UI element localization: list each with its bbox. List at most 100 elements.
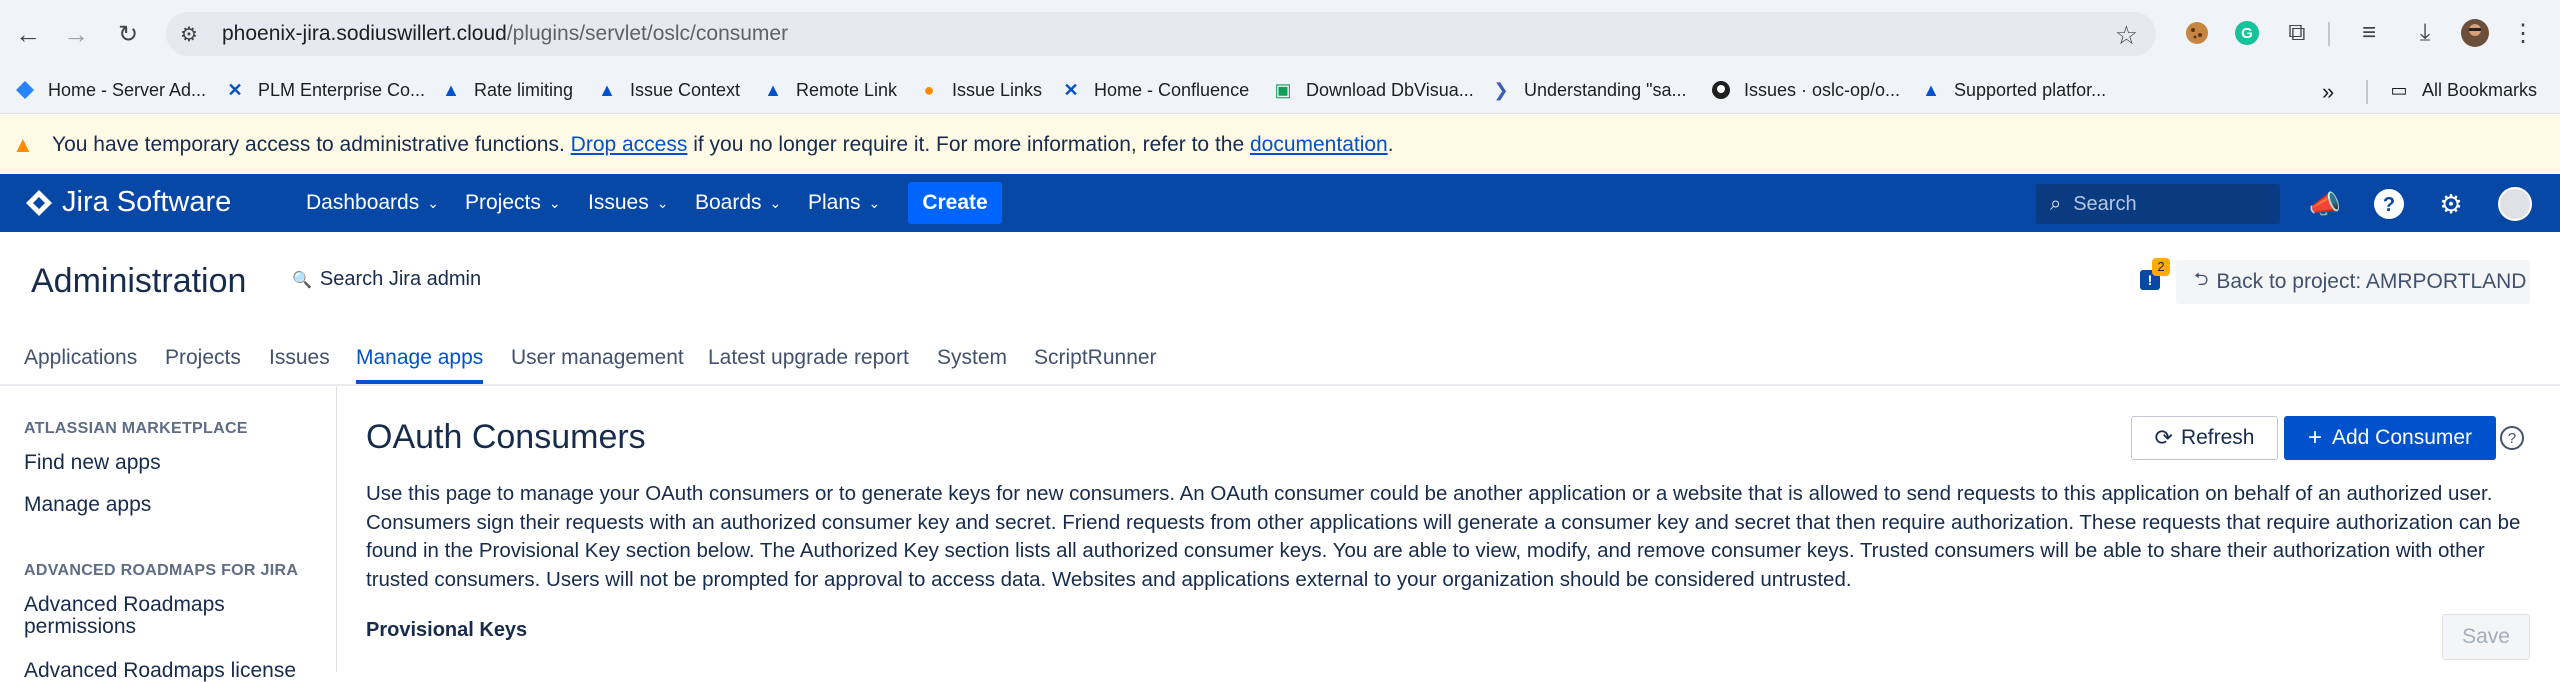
- back-to-project-button[interactable]: ⮌ Back to project: AMRPORTLAND: [2176, 260, 2530, 304]
- sidebar-item-label-line2: permissions: [24, 615, 137, 638]
- forward-arrow-icon[interactable]: →: [56, 14, 96, 54]
- back-arrow-icon[interactable]: ←: [8, 14, 48, 54]
- extensions-puzzle-icon[interactable]: ⧉: [2280, 16, 2314, 50]
- add-consumer-button[interactable]: + Add Consumer: [2284, 416, 2496, 460]
- bookmark-item[interactable]: ✕ Home - Confluence: [1060, 79, 1249, 101]
- github-icon: [1710, 79, 1732, 101]
- bookmark-item[interactable]: ● Issue Links: [918, 79, 1042, 101]
- help-icon[interactable]: ?: [2372, 187, 2406, 221]
- admin-tabs: Applications Projects Issues Manage apps…: [0, 340, 2560, 386]
- all-bookmarks[interactable]: ▭ All Bookmarks: [2388, 79, 2537, 101]
- tab-issues[interactable]: Issues: [269, 346, 330, 370]
- bookmark-item[interactable]: ▲ Issue Context: [596, 79, 740, 101]
- tab-user-management[interactable]: User management: [511, 346, 684, 370]
- provisional-keys-heading: Provisional Keys: [366, 619, 528, 641]
- banner-text-after: .: [1387, 132, 1394, 156]
- jira-logo[interactable]: Jira Software: [24, 186, 231, 219]
- bookmark-item[interactable]: ❯ Understanding "sa...: [1490, 79, 1686, 101]
- nav-label: Issues: [588, 191, 649, 214]
- bookmark-label: Issues · oslc-op/o...: [1744, 79, 1901, 100]
- banner-text-before: You have temporary access to administrat…: [52, 132, 571, 156]
- refresh-button[interactable]: ⟳ Refresh: [2131, 416, 2278, 460]
- sidebar-item-label-line1: Advanced Roadmaps: [24, 593, 225, 616]
- bookmark-label: Rate limiting: [474, 79, 574, 100]
- more-bookmarks-chevron-icon[interactable]: »: [2322, 79, 2334, 105]
- atlassian-icon: ▲: [1922, 79, 1940, 100]
- nav-dashboards[interactable]: Dashboards ⌄: [306, 174, 439, 232]
- bookmark-item[interactable]: ▲ Supported platfor...: [1920, 79, 2106, 101]
- url-host: phoenix-jira.sodiuswillert.cloud: [222, 22, 507, 45]
- url-path: /plugins/servlet/oslc/consumer: [506, 22, 789, 45]
- bookmark-item[interactable]: Issues · oslc-op/o...: [1710, 79, 1900, 101]
- add-consumer-label: Add Consumer: [2331, 426, 2473, 449]
- tab-scriptrunner[interactable]: ScriptRunner: [1034, 346, 1157, 370]
- chevron-down-icon: ⌄: [769, 194, 782, 211]
- announcement-megaphone-icon[interactable]: 📣: [2308, 187, 2342, 221]
- documentation-link[interactable]: documentation: [1250, 133, 1388, 156]
- atlassian-icon: ▲: [764, 79, 782, 100]
- tab-applications[interactable]: Applications: [24, 346, 137, 370]
- oauth-consumers-title: OAuth Consumers: [366, 418, 646, 456]
- notifications-icon[interactable]: ! 2: [2138, 258, 2170, 294]
- jira-search-input[interactable]: ⌕ Search: [2036, 184, 2280, 224]
- chevron-down-icon: ⌄: [548, 194, 561, 211]
- bookmark-label: Home - Confluence: [1094, 79, 1250, 100]
- sidebar-item-find-new-apps[interactable]: Find new apps: [24, 452, 161, 474]
- page-title-administration: Administration: [31, 262, 247, 300]
- atlassian-icon: ▲: [598, 79, 616, 100]
- create-button[interactable]: Create: [908, 182, 1002, 224]
- chevron-down-icon: ⌄: [868, 194, 881, 211]
- reload-icon[interactable]: ↻: [108, 14, 148, 54]
- bookmark-item[interactable]: Home - Server Ad...: [14, 79, 206, 101]
- nav-projects[interactable]: Projects ⌄: [465, 174, 561, 232]
- nav-issues[interactable]: Issues ⌄: [588, 174, 668, 232]
- search-jira-admin[interactable]: 🔍 Search Jira admin: [292, 268, 481, 291]
- logo-text: Jira Software: [62, 186, 232, 218]
- bookmark-label: Issue Links: [952, 79, 1043, 100]
- bookmark-item[interactable]: ▲ Rate limiting: [440, 79, 573, 101]
- bookmark-item[interactable]: ▣ Download DbVisua...: [1272, 79, 1474, 101]
- tab-system[interactable]: System: [937, 346, 1007, 370]
- toolbar-divider: [2328, 22, 2330, 46]
- url-text[interactable]: phoenix-jira.sodiuswillert.cloud/plugins…: [222, 22, 788, 46]
- atlassian-icon: ▲: [442, 79, 460, 100]
- search-icon: ⌕: [2050, 192, 2062, 215]
- sidebar-item-roadmaps-permissions[interactable]: Advanced Roadmaps permissions: [24, 594, 225, 638]
- tab-latest-upgrade-report[interactable]: Latest upgrade report: [708, 346, 909, 370]
- sidebar-item-manage-apps[interactable]: Manage apps: [24, 494, 151, 516]
- bookmark-label: Download DbVisua...: [1306, 79, 1474, 100]
- address-bar[interactable]: ⚙ phoenix-jira.sodiuswillert.cloud/plugi…: [166, 12, 2156, 56]
- settings-gear-icon[interactable]: ⚙: [2434, 187, 2468, 221]
- search-icon: 🔍: [292, 271, 312, 289]
- drop-access-link[interactable]: Drop access: [571, 133, 688, 156]
- bookmark-star-icon[interactable]: ☆: [2115, 20, 2138, 51]
- sidebar-section-advanced-roadmaps: ADVANCED ROADMAPS FOR JIRA: [24, 562, 299, 579]
- tab-projects[interactable]: Projects: [165, 346, 241, 370]
- svg-text:G: G: [2241, 25, 2253, 42]
- nav-label: Dashboards: [306, 191, 420, 214]
- sidebar-item-roadmaps-license[interactable]: Advanced Roadmaps license: [24, 660, 296, 682]
- save-button[interactable]: Save: [2442, 614, 2530, 660]
- help-question-icon[interactable]: ?: [2500, 426, 2524, 450]
- browser-menu-icon[interactable]: ⋮: [2506, 16, 2540, 50]
- bookmark-item[interactable]: ▲ Remote Link: [762, 79, 897, 101]
- nav-plans[interactable]: Plans ⌄: [808, 174, 880, 232]
- grammarly-extension-icon[interactable]: G: [2230, 16, 2264, 50]
- media-control-icon[interactable]: ≡: [2352, 16, 2386, 50]
- site-info-icon[interactable]: ⚙: [180, 22, 208, 47]
- profile-avatar-icon[interactable]: [2458, 16, 2492, 50]
- confluence-icon: ✕: [227, 79, 243, 100]
- notification-count-badge: 2: [2152, 258, 2170, 276]
- cookie-extension-icon[interactable]: [2180, 16, 2214, 50]
- return-arrow-icon: ⮌: [2194, 269, 2209, 289]
- chevron-down-icon: ⌄: [427, 194, 439, 211]
- nav-boards[interactable]: Boards ⌄: [695, 174, 781, 232]
- bookmark-item[interactable]: ✕ PLM Enterprise Co...: [224, 79, 425, 101]
- refresh-icon: ⟳: [2154, 425, 2173, 450]
- bookmark-label: Home - Server Ad...: [48, 79, 207, 100]
- jira-header: Jira Software Dashboards ⌄ Projects ⌄ Issu…: [0, 174, 2560, 232]
- download-icon[interactable]: ⤓: [2408, 16, 2442, 50]
- tab-manage-apps[interactable]: Manage apps: [356, 346, 484, 384]
- user-avatar[interactable]: [2498, 187, 2532, 221]
- refresh-label: Refresh: [2180, 426, 2255, 449]
